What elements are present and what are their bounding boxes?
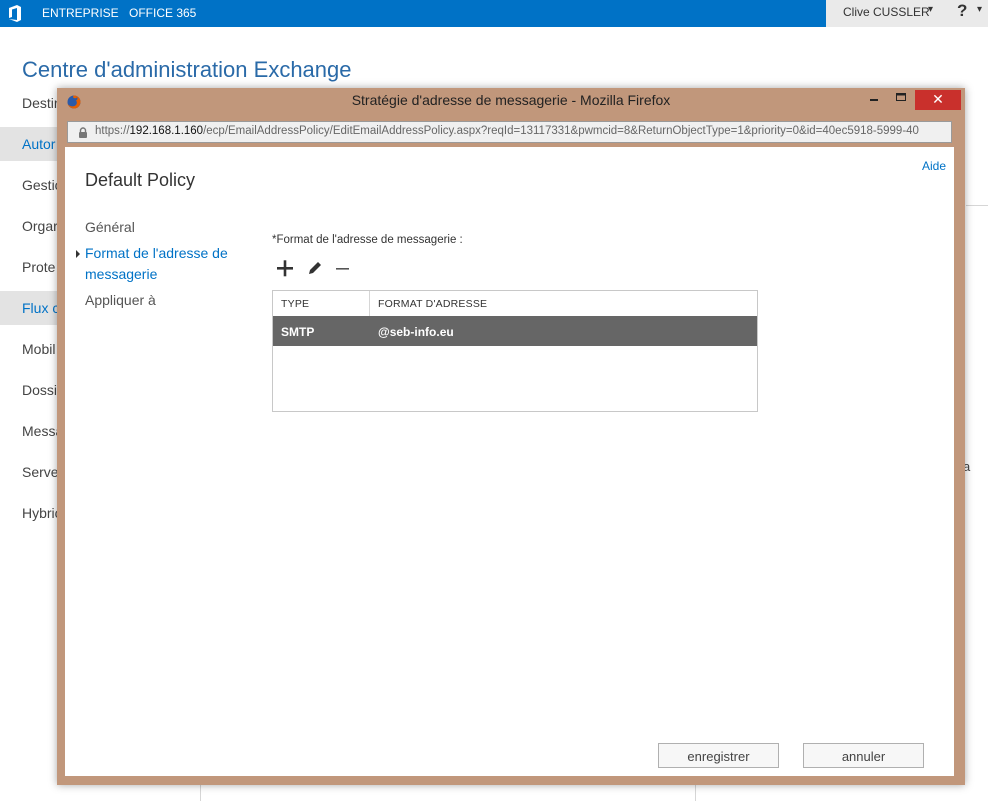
url-text[interactable]: https://192.168.1.160/ecp/EmailAddressPo… (95, 125, 919, 137)
table-row[interactable]: SMTP @seb-info.eu (273, 316, 757, 346)
admin-center-title: Centre d'administration Exchange (22, 56, 352, 82)
menu-item-apply-to[interactable]: Appliquer à (85, 290, 245, 311)
url-bar[interactable]: https://192.168.1.160/ecp/EmailAddressPo… (67, 121, 952, 143)
close-button[interactable]: ✕ (915, 90, 961, 110)
add-button[interactable] (275, 258, 295, 278)
column-header-format[interactable]: FORMAT D'ADRESSE (378, 298, 487, 310)
nav-item-label: Orgar (22, 218, 58, 234)
close-icon: ✕ (932, 91, 944, 107)
policy-name: Default Policy (85, 170, 196, 190)
cell-format: @seb-info.eu (378, 325, 454, 339)
nav-item-label: Serve (22, 464, 59, 480)
url-host: 192.168.1.160 (129, 125, 204, 137)
firefox-window: Stratégie d'adresse de messagerie - Mozi… (57, 88, 965, 785)
help-icon[interactable]: ? (957, 1, 967, 21)
edit-icon (309, 262, 321, 274)
help-link[interactable]: Aide (922, 159, 946, 173)
nav-office365[interactable]: OFFICE 365 (129, 6, 196, 20)
cell-type: SMTP (281, 325, 315, 339)
column-separator (369, 291, 370, 316)
office-logo-icon[interactable] (8, 5, 22, 22)
url-scheme: https:// (95, 125, 130, 137)
nav-item-label: Flux c (22, 300, 60, 316)
edit-button[interactable] (305, 258, 325, 278)
column-header-type[interactable]: TYPE (281, 298, 309, 310)
minimize-icon (870, 99, 878, 101)
nav-entreprise[interactable]: ENTREPRISE (42, 6, 119, 20)
add-icon (277, 260, 293, 277)
address-format-label: *Format de l'adresse de messagerie : (272, 234, 463, 246)
window-title: Stratégie d'adresse de messagerie - Mozi… (351, 92, 671, 108)
address-format-table: TYPE FORMAT D'ADRESSE SMTP @seb-info.eu (272, 290, 758, 412)
menu-item-general[interactable]: Général (85, 217, 245, 238)
remove-icon (336, 268, 349, 270)
dialog-content: Aide Default Policy Général Format de l'… (65, 147, 954, 776)
cancel-button[interactable]: annuler (803, 743, 924, 768)
lock-icon (79, 127, 87, 138)
top-navigation-bar: ENTREPRISE OFFICE 365 Clive CUSSLER ▾ ? … (0, 0, 988, 27)
bg-divider (966, 205, 988, 206)
remove-button[interactable] (333, 258, 353, 278)
nav-item-label: Dossi (22, 382, 58, 398)
nav-item-label: Prote (22, 259, 56, 275)
table-header: TYPE FORMAT D'ADRESSE (273, 291, 757, 317)
nav-item-label: Gestic (22, 177, 62, 193)
save-button[interactable]: enregistrer (658, 743, 779, 768)
nav-item-label: Mobil (22, 341, 56, 357)
user-name[interactable]: Clive CUSSLER (843, 5, 930, 19)
nav-item-label: Hybric (22, 505, 62, 521)
nav-item-label: Autor (22, 136, 56, 152)
selected-arrow-icon (76, 250, 80, 258)
minimize-button[interactable] (862, 88, 886, 108)
menu-item-address-format[interactable]: Format de l'adresse de messagerie (85, 243, 245, 285)
nav-item-label: Destir (22, 95, 59, 111)
maximize-button[interactable] (889, 88, 913, 108)
url-path: /ecp/EmailAddressPolicy/EditEmailAddress… (203, 125, 919, 137)
user-menu[interactable]: Clive CUSSLER ▾ ? ▾ (826, 0, 988, 27)
maximize-icon (896, 93, 906, 101)
help-chevron-down-icon[interactable]: ▾ (977, 4, 982, 15)
chevron-down-icon[interactable]: ▾ (928, 4, 933, 15)
